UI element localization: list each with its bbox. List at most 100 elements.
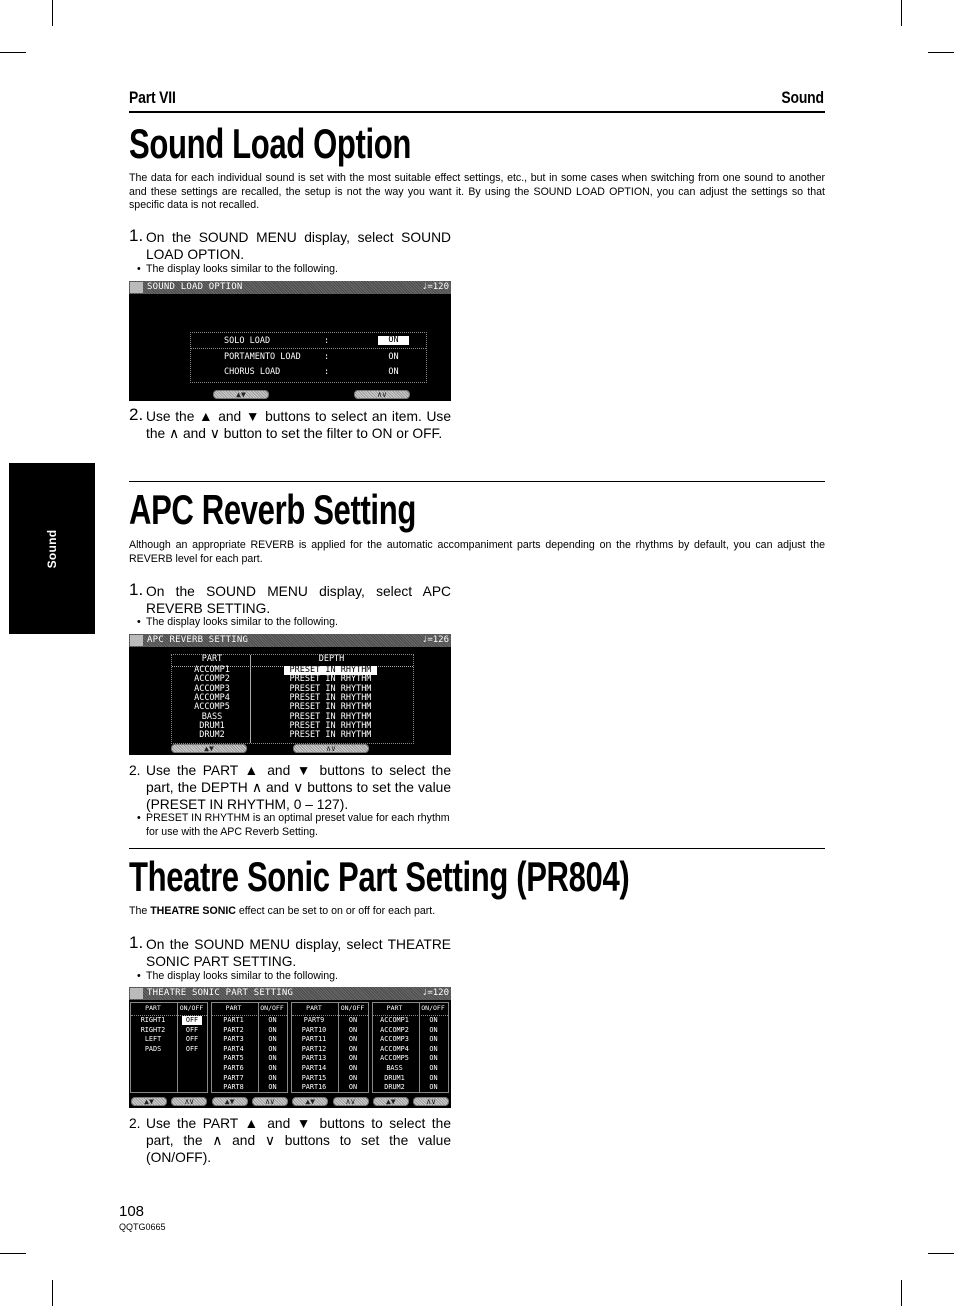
onoff-value[interactable]: ON <box>343 1045 363 1054</box>
part-select-button[interactable]: ▲▼ <box>171 744 247 753</box>
crop-mark <box>52 0 53 26</box>
part-name[interactable]: PART2 <box>210 1026 258 1035</box>
section-divider <box>129 481 825 482</box>
part-name[interactable]: PART7 <box>210 1074 258 1083</box>
part-name[interactable]: DRUM1 <box>371 1074 419 1083</box>
onoff-value[interactable]: OFF <box>182 1026 202 1035</box>
part-name[interactable]: BASS <box>371 1064 419 1073</box>
part-name[interactable]: LEFT <box>129 1035 177 1044</box>
option-value[interactable]: ON <box>378 352 409 362</box>
value-set-button[interactable]: ∧∨ <box>413 1097 450 1106</box>
part-name[interactable]: ACCOMP5 <box>371 1054 419 1063</box>
column-header-onoff: ON/OFF <box>421 1004 445 1012</box>
part-name[interactable]: PADS <box>129 1045 177 1054</box>
value-set-button[interactable]: ∧∨ <box>171 1096 208 1106</box>
part-name[interactable]: ACCOMP3 <box>371 1035 419 1044</box>
part-select-button[interactable]: ▲▼ <box>131 1097 167 1106</box>
onoff-value[interactable]: ON <box>343 1016 363 1025</box>
onoff-value[interactable]: OFF <box>182 1035 202 1044</box>
up-down-arrow-icon: ▲▼ <box>385 1096 396 1106</box>
set-value-button[interactable]: ∧∨ <box>354 390 410 399</box>
part-name[interactable]: PART11 <box>290 1035 338 1044</box>
onoff-value[interactable]: ON <box>343 1035 363 1044</box>
section-intro: The THEATRE SONIC effect can be set to o… <box>129 905 436 917</box>
onoff-value[interactable]: OFF <box>182 1045 202 1054</box>
up-down-arrow-icon: ▲▼ <box>204 743 214 753</box>
bullet-note: The display looks similar to the followi… <box>137 263 453 277</box>
sound-load-option-display: SOUND LOAD OPTION ♩=120 SOLO LOAD : ON P… <box>129 281 451 401</box>
option-value[interactable]: ON <box>378 367 409 377</box>
option-value-selected[interactable]: ON <box>378 335 409 346</box>
part-name[interactable]: DRUM2 <box>173 730 251 740</box>
onoff-value[interactable]: ON <box>343 1054 363 1063</box>
onoff-value[interactable]: ON <box>263 1064 283 1073</box>
onoff-value-selected[interactable]: OFF <box>182 1016 202 1026</box>
option-row[interactable]: PORTAMENTO LOAD <box>224 352 301 362</box>
part-name[interactable]: PART16 <box>290 1083 338 1092</box>
side-tab: Sound <box>9 463 95 634</box>
onoff-value[interactable]: ON <box>263 1045 283 1054</box>
part-name[interactable]: PART13 <box>290 1054 338 1063</box>
part-name[interactable]: PART5 <box>210 1054 258 1063</box>
onoff-value[interactable]: ON <box>424 1054 444 1063</box>
value-set-button[interactable]: ∧∨ <box>332 1097 369 1106</box>
part-name[interactable]: PART6 <box>210 1064 258 1073</box>
depth-value[interactable]: PRESET IN RHYTHM <box>284 730 377 740</box>
caret-up-down-icon: ∧∨ <box>184 1096 195 1106</box>
part-name[interactable]: PART12 <box>290 1045 338 1054</box>
onoff-value[interactable]: ON <box>263 1083 283 1092</box>
option-row[interactable]: SOLO LOAD <box>224 336 270 346</box>
onoff-value[interactable]: ON <box>424 1035 444 1044</box>
onoff-value[interactable]: ON <box>343 1064 363 1073</box>
up-down-arrow-icon: ▲▼ <box>236 389 246 399</box>
onoff-value[interactable]: ON <box>424 1016 444 1025</box>
section-divider <box>129 848 825 849</box>
onoff-value[interactable]: ON <box>263 1074 283 1083</box>
part-name[interactable]: DRUM2 <box>371 1083 419 1092</box>
onoff-value[interactable]: ON <box>343 1026 363 1035</box>
step-2: 2. Use the PART ▲ and ▼ buttons to selec… <box>129 1115 451 1166</box>
part-name[interactable]: PART4 <box>210 1045 258 1054</box>
onoff-value[interactable]: ON <box>263 1054 283 1063</box>
part-select-button[interactable]: ▲▼ <box>211 1097 248 1106</box>
part-name[interactable]: PART1 <box>210 1016 258 1025</box>
step-text: On the SOUND MENU display, select THEATR… <box>146 937 451 969</box>
part-name[interactable]: ACCOMP1 <box>371 1016 419 1025</box>
apc-reverb-display: APC REVERB SETTING ♩=126 PART DEPTH ACCO… <box>129 634 451 755</box>
value-set-button[interactable]: ∧∨ <box>251 1097 288 1106</box>
theatre-sonic-display: THEATRE SONIC PART SETTING ♩=120 PART ON/… <box>129 987 451 1108</box>
part-name[interactable]: ACCOMP4 <box>371 1045 419 1054</box>
part-select-button[interactable]: ▲▼ <box>372 1096 409 1106</box>
column-header-onoff: ON/OFF <box>340 1004 365 1012</box>
onoff-value[interactable]: ON <box>263 1035 283 1044</box>
onoff-value[interactable]: ON <box>424 1064 444 1073</box>
part-name[interactable]: PART10 <box>290 1026 338 1035</box>
part-name[interactable]: PART8 <box>210 1083 258 1092</box>
part-name[interactable]: ACCOMP2 <box>371 1026 419 1035</box>
part-name[interactable]: PART3 <box>210 1035 258 1044</box>
onoff-value[interactable]: ON <box>263 1016 283 1025</box>
bullet-note: PRESET IN RHYTHM is an optimal preset va… <box>137 812 453 839</box>
onoff-value[interactable]: ON <box>424 1026 444 1035</box>
row-separator: : <box>324 367 330 377</box>
option-row[interactable]: CHORUS LOAD <box>224 367 280 377</box>
intro-emphasis: THEATRE SONIC <box>150 905 236 917</box>
onoff-value[interactable]: ON <box>263 1026 283 1035</box>
part-name[interactable]: PART15 <box>290 1074 338 1083</box>
onoff-value[interactable]: ON <box>343 1074 363 1083</box>
onoff-value[interactable]: ON <box>424 1045 444 1054</box>
section-title: Sound Load Option <box>129 120 412 167</box>
sound-icon <box>130 282 143 293</box>
depth-set-button[interactable]: ∧∨ <box>293 744 369 753</box>
part-name[interactable]: RIGHT2 <box>129 1026 177 1035</box>
part-name[interactable]: PART9 <box>290 1016 338 1025</box>
onoff-value[interactable]: ON <box>424 1083 444 1092</box>
onoff-value[interactable]: ON <box>343 1083 363 1092</box>
column-divider <box>177 1003 178 1092</box>
step-1: 1. On the SOUND MENU display, select APC… <box>129 581 451 617</box>
select-item-button[interactable]: ▲▼ <box>213 390 269 399</box>
part-select-button[interactable]: ▲▼ <box>292 1097 329 1106</box>
part-name[interactable]: RIGHT1 <box>129 1016 177 1025</box>
onoff-value[interactable]: ON <box>424 1074 444 1083</box>
part-name[interactable]: PART14 <box>290 1064 338 1073</box>
